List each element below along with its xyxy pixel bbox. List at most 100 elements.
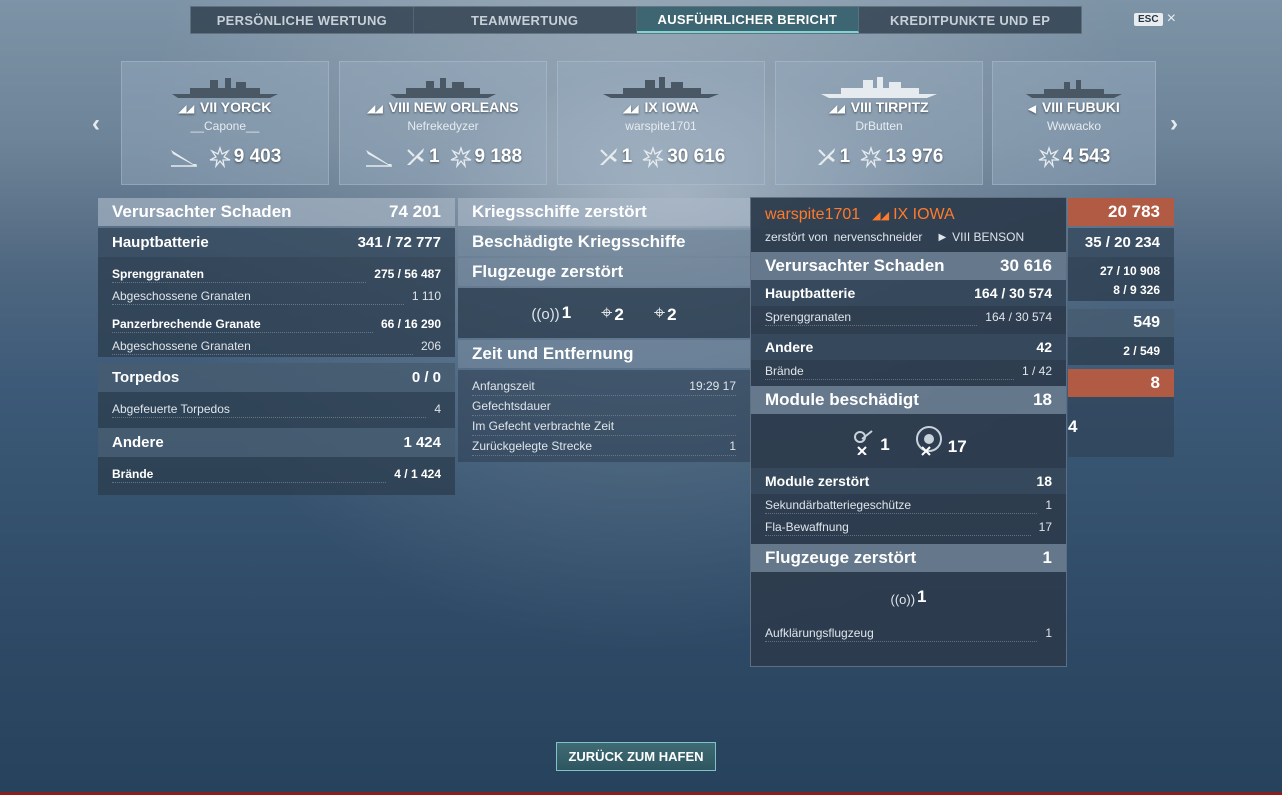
planes-destroyed-header: Flugzeuge zerstört <box>458 258 750 286</box>
tooltip-damage-row: Verursachter Schaden 30 616 <box>751 252 1066 280</box>
tab-team[interactable]: TEAMWERTUNG <box>414 7 637 33</box>
player-name: warspite1701 <box>625 119 697 133</box>
killed-by-line: zerstört von nervenschneider ▶ VIII BENS… <box>765 230 1025 244</box>
damage-stat: 9 188 <box>450 146 522 168</box>
summary-value: 4 <box>1068 397 1174 457</box>
torpedo-row: Torpedos 0 / 0 <box>98 363 455 392</box>
main-battery-row: Hauptbatterie 341 / 72 777 <box>98 228 455 257</box>
esc-key-label: ESC <box>1134 12 1163 26</box>
tooltip-title: warspite1701 ◢◢ IX IOWA <box>765 206 1052 224</box>
tooltip-modules-damaged-row: Module beschädigt 18 <box>751 386 1066 414</box>
recon-plane-icon: ((o)) 1 <box>890 587 927 607</box>
close-button[interactable]: ESC × <box>1134 10 1176 27</box>
ships-damaged-header: Beschädigte Kriegsschiffe <box>458 228 750 256</box>
summary-value: 8 <box>1068 369 1174 397</box>
team-summary-panel: 20 783 35 / 20 234 27 / 10 908 8 / 9 326… <box>1068 198 1174 457</box>
start-time-row: Anfangszeit 19:29 17 <box>472 376 736 396</box>
ship-card[interactable]: ◢◢ IX IOWA warspite1701 1 30 616 <box>557 61 765 185</box>
chevron-right-icon[interactable]: › <box>1170 110 1178 138</box>
player-detail-tooltip: warspite1701 ◢◢ IX IOWA zerstört von ner… <box>750 197 1067 667</box>
plane-destroyed-icon <box>406 148 424 165</box>
sunk-icon <box>364 146 394 168</box>
summary-value: 8 / 9 326 <box>1068 279 1174 301</box>
ship-name: ◢◢ VII YORCK <box>178 99 272 115</box>
modules-damaged-icons: 1 17 <box>751 414 1066 468</box>
ship-silhouette-icon <box>390 78 496 98</box>
explosion-icon <box>860 146 882 168</box>
tooltip-recon-row: Aufklärungsflugzeug 1 <box>765 625 1052 642</box>
tooltip-fires-row: Brände 1 / 42 <box>765 363 1052 380</box>
ship-name: ◢◢ VIII NEW ORLEANS <box>367 99 519 115</box>
tooltip-player: warspite1701 <box>765 206 861 223</box>
tooltip-he-row: Sprenggranaten 164 / 30 574 <box>765 309 1052 326</box>
torpedo-fired-row: Abgefeuerte Torpedos 4 <box>98 398 455 420</box>
cruiser-class-icon: ◢◢ <box>367 104 383 115</box>
ship-silhouette-icon <box>821 77 937 98</box>
battleship-class-icon: ◢◢ <box>872 209 890 222</box>
secondary-gun-icon: 1 <box>850 427 890 455</box>
plane-destroyed-icon <box>599 148 617 165</box>
sunk-icon <box>169 146 199 168</box>
battleship-class-icon: ◢◢ <box>623 104 639 115</box>
battleship-class-icon: ◢◢ <box>829 104 845 115</box>
tooltip-secondary-row: Sekundärbatteriegeschütze 1 <box>765 497 1052 514</box>
ship-silhouette-icon <box>603 77 719 98</box>
plane-destroyed-stat: 1 <box>815 146 850 168</box>
he-fired-row: Abgeschossene Granaten 1 110 <box>98 285 455 307</box>
ship-card[interactable]: ◢◢ VII YORCK __Capone__ 9 403 <box>121 61 329 185</box>
ship-name: ◢◢ VIII TIRPITZ <box>829 99 929 115</box>
damage-stat: 13 976 <box>860 146 943 168</box>
ship-card[interactable]: ◢◢ VIII NEW ORLEANS Nefrekedyzer 1 9 188 <box>339 61 547 185</box>
aa-gun-icon: 17 <box>912 425 967 457</box>
distance-row: Zurückgelegte Strecke 1 <box>472 436 736 456</box>
destroyer-class-icon: ▶ <box>938 231 947 243</box>
explosion-icon <box>642 146 664 168</box>
ap-row: Panzerbrechende Granate 66 / 16 290 <box>98 313 455 335</box>
tooltip-planes-icons: ((o)) 1 <box>751 572 1066 622</box>
chevron-left-icon[interactable]: ‹ <box>92 110 100 138</box>
ships-destroyed-header: Kriegsschiffe zerstört <box>458 198 750 226</box>
fighter-plane-icon: ⌖ 2 <box>601 301 624 324</box>
tab-credits-xp[interactable]: KREDITPUNKTE UND EP <box>859 7 1081 33</box>
ship-card[interactable]: ◢◢ VIII TIRPITZ DrButten 1 13 976 <box>775 61 983 185</box>
damage-panel: Verursachter Schaden 74 201 Hauptbatterie… <box>98 198 455 495</box>
player-name: __Capone__ <box>190 119 260 133</box>
tooltip-modules-destroyed-row: Module zerstört 18 <box>751 468 1066 494</box>
explosion-icon <box>209 146 231 168</box>
explosion-icon <box>450 146 471 168</box>
player-name: Nefrekedyzer <box>407 119 479 133</box>
time-distance-header: Zeit und Entfernung <box>458 340 750 368</box>
close-icon: × <box>1166 10 1176 27</box>
plane-destroyed-icon <box>817 148 835 165</box>
ship-silhouette-icon <box>1026 80 1122 98</box>
duration-row: Gefechtsdauer <box>472 396 736 416</box>
fires-row: Brände 4 / 1 424 <box>98 463 455 485</box>
tooltip-aa-row: Fla-Bewaffnung 17 <box>765 519 1052 536</box>
time-in-battle-row: Im Gefecht verbrachte Zeit <box>472 416 736 436</box>
damage-row: Verursachter Schaden 74 201 <box>98 198 455 226</box>
he-row: Sprenggranaten 275 / 56 487 <box>98 263 455 285</box>
recon-plane-icon: ((o)) 1 <box>531 303 572 323</box>
ap-fired-row: Abgeschossene Granaten 206 <box>98 335 455 357</box>
damage-stat: 4 543 <box>1038 146 1110 168</box>
planes-destroyed-icons: ((o)) 1 ⌖ 2 ⌖ 2 <box>458 288 750 338</box>
ship-card[interactable]: ◀ VIII FUBUKI Wwwacko 4 543 <box>992 61 1156 185</box>
summary-value: 2 / 549 <box>1068 337 1174 365</box>
ship-silhouette-icon <box>172 78 278 98</box>
summary-value: 549 <box>1068 309 1174 337</box>
result-tabs: PERSÖNLICHE WERTUNG TEAMWERTUNG AUSFÜHRL… <box>190 6 1082 34</box>
tooltip-ship: IX IOWA <box>893 206 955 223</box>
damage-stat: 9 403 <box>209 146 281 168</box>
back-to-port-button[interactable]: ZURÜCK ZUM HAFEN <box>556 742 716 771</box>
damage-stat: 30 616 <box>642 146 725 168</box>
time-distance-box: Anfangszeit 19:29 17 Gefechtsdauer Im Gef… <box>458 370 750 462</box>
explosion-icon <box>1038 146 1060 168</box>
tab-personal[interactable]: PERSÖNLICHE WERTUNG <box>191 7 414 33</box>
destroyed-panel: Kriegsschiffe zerstört Beschädigte Krieg… <box>458 198 750 462</box>
plane-destroyed-stat: 1 <box>404 146 440 168</box>
ship-name: ◢◢ IX IOWA <box>623 99 699 115</box>
tab-detailed-report[interactable]: AUSFÜHRLICHER BERICHT <box>636 7 860 33</box>
plane-destroyed-stat: 1 <box>597 146 632 168</box>
summary-value: 27 / 10 908 <box>1068 257 1174 279</box>
bomber-plane-icon: ⌖ 2 <box>653 301 677 324</box>
